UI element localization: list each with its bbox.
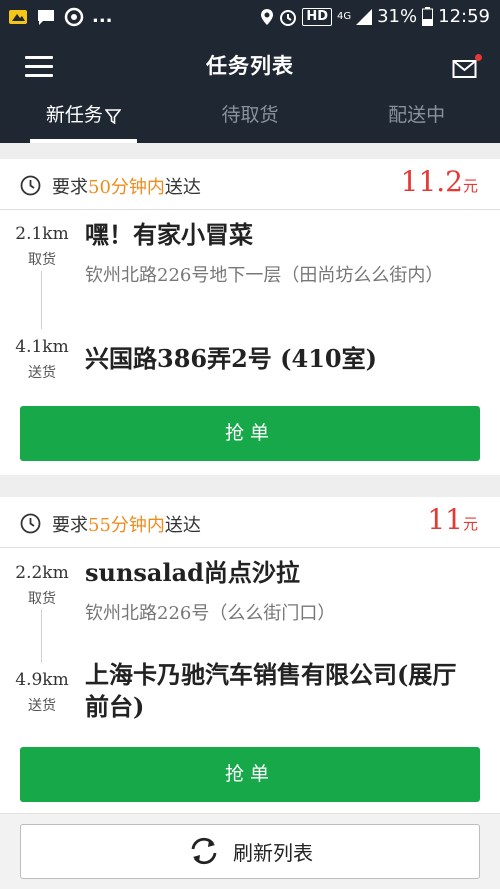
notification-app-icon: [9, 10, 27, 24]
delivery-requirement: 要求50分钟内送达: [52, 177, 201, 198]
grab-order-button[interactable]: 抢单: [20, 747, 480, 802]
task-tabs: 新任务 待取货 配送中: [0, 96, 500, 143]
time-limit: 55分钟内: [88, 515, 165, 536]
task-card: 要求55分钟内送达 11元 2.2km 取货 sunsalad尚点沙拉 钦州北路…: [0, 497, 500, 817]
time-limit: 50分钟内: [88, 177, 165, 198]
delivery-distance: 4.9km: [15, 670, 69, 690]
clock-icon: [20, 175, 41, 196]
location-icon: [261, 8, 274, 25]
pickup-name: sunsalad尚点沙拉: [85, 558, 300, 587]
task-price: 11.2元: [400, 165, 478, 198]
sync-icon: [64, 7, 84, 27]
delivery-label: 送货: [28, 698, 56, 714]
battery-icon: [422, 7, 434, 26]
task-card-header: 要求55分钟内送达 11元: [0, 497, 500, 547]
divider: [0, 209, 500, 210]
task-card-header: 要求50分钟内送达 11.2元: [0, 159, 500, 209]
refresh-icon: [191, 837, 217, 865]
tab-delivering[interactable]: 配送中: [333, 96, 500, 143]
delivery-name: 上海卡乃驰汽车销售有限公司(展厅前台): [85, 660, 457, 721]
messages-button[interactable]: [452, 54, 482, 80]
delivery-label: 送货: [28, 365, 56, 381]
clock-time: 12:59: [438, 6, 490, 27]
hd-badge: HD: [302, 7, 332, 26]
clock-icon: [20, 513, 41, 534]
signal-icon: [356, 8, 373, 25]
battery-percent: 31%: [377, 6, 418, 27]
delivery-requirement: 要求55分钟内送达: [52, 515, 201, 536]
delivery-distance: 4.1km: [15, 337, 69, 357]
tab-label: 配送中: [388, 104, 446, 126]
filter-icon[interactable]: [104, 108, 121, 124]
divider: [0, 547, 500, 548]
delivery-name: 兴国路386弄2号 (410室): [85, 344, 377, 373]
route-line: [41, 271, 42, 329]
route-line: [41, 609, 42, 663]
pickup-label: 取货: [28, 591, 56, 607]
mail-icon: [452, 60, 477, 78]
page-title: 任务列表: [206, 54, 294, 78]
grab-order-button[interactable]: 抢单: [20, 406, 480, 461]
message-icon: [38, 10, 54, 25]
bottom-bar: 刷新列表: [0, 813, 500, 889]
network-type: 4G: [336, 10, 352, 22]
alarm-icon: [280, 9, 297, 26]
pickup-distance: 2.2km: [15, 563, 69, 583]
pickup-label: 取货: [28, 252, 56, 268]
pickup-address: 钦州北路226号地下一层（田尚坊么么街内）: [85, 265, 444, 286]
task-card: 要求50分钟内送达 11.2元 2.1km 取货 嘿！有家小冒菜 钦州北路226…: [0, 159, 500, 475]
refresh-list-button[interactable]: 刷新列表: [20, 824, 480, 879]
status-bar: ... HD 4G 31% 12:59: [0, 0, 500, 36]
pickup-name: 嘿！有家小冒菜: [85, 220, 253, 249]
tab-pending-pickup[interactable]: 待取货: [167, 96, 334, 143]
app-header: 任务列表 新任务 待取货 配送中: [0, 36, 500, 143]
pickup-address: 钦州北路226号（么么街门口）: [85, 603, 336, 624]
pickup-distance: 2.1km: [15, 224, 69, 244]
status-more-dots: ...: [92, 6, 113, 27]
tab-new-tasks[interactable]: 新任务: [0, 96, 167, 143]
tab-label: 待取货: [221, 104, 279, 126]
task-price: 11元: [427, 503, 478, 536]
unread-dot: [475, 54, 482, 61]
refresh-label: 刷新列表: [233, 840, 313, 865]
tab-label: 新任务: [45, 104, 103, 126]
